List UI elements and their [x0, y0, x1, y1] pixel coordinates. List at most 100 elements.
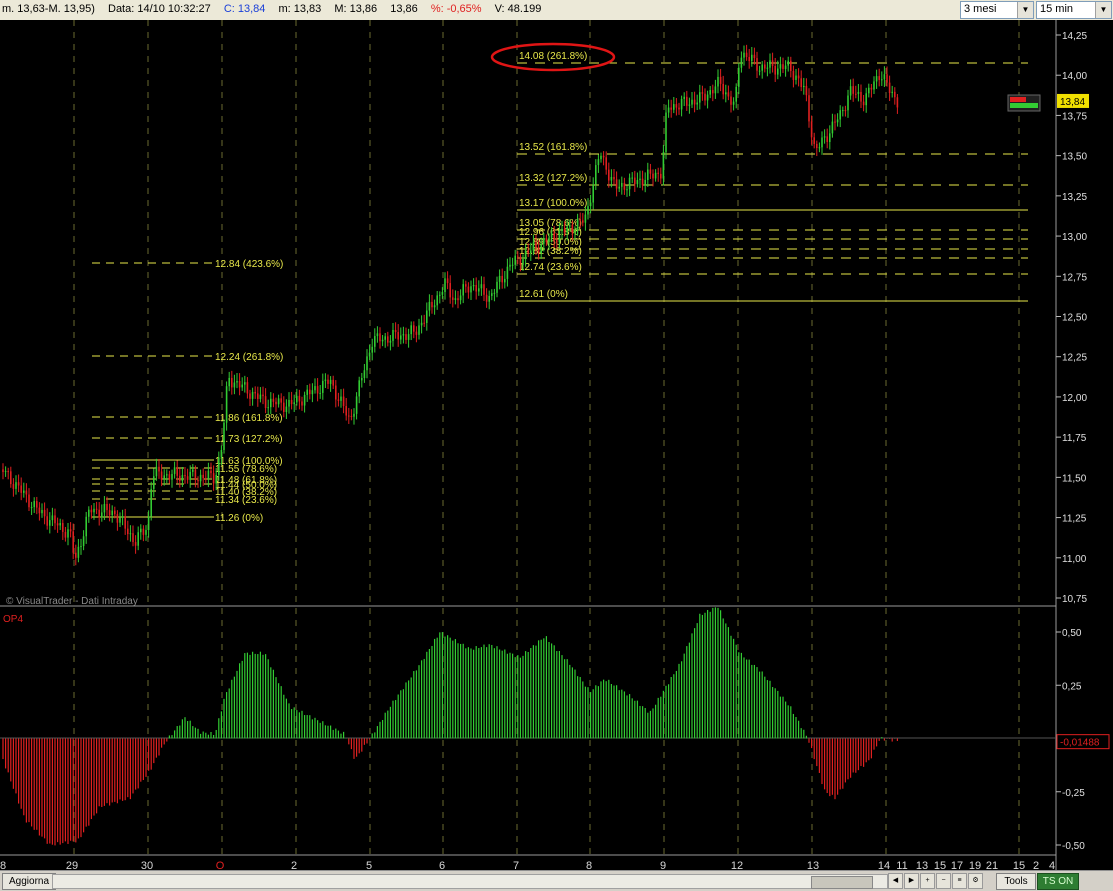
scroll-thumb[interactable]: [811, 876, 873, 889]
candle-body: [337, 399, 340, 401]
indicator-tick-label: -0,50: [1062, 841, 1085, 852]
candle-body: [537, 247, 540, 254]
candle-body: [758, 70, 761, 72]
candle-body: [332, 379, 334, 386]
candle-body: [506, 266, 509, 279]
interval-value: 15 min: [1040, 3, 1074, 15]
candle-body: [485, 294, 488, 302]
candle-body: [730, 96, 732, 105]
fib-label: 11.86 (161.8%): [215, 413, 283, 424]
candle-body: [426, 310, 428, 323]
candle-body: [701, 92, 704, 94]
candle-body: [860, 91, 862, 102]
quote-info: m. 13,63-M. 13,95) Data: 14/10 10:32:27 …: [2, 3, 551, 15]
candle-body: [223, 422, 225, 450]
candle-body: [626, 189, 628, 191]
tools-button[interactable]: Tools: [996, 873, 1036, 890]
candle-body: [472, 285, 475, 287]
horizontal-scrollbar[interactable]: [52, 874, 888, 889]
candle-body: [761, 64, 763, 71]
chart-area[interactable]: 12.84 (423.6%) 12.24 (261.8%) 11.86 (161.8…: [0, 20, 1113, 870]
candle-body: [836, 119, 839, 123]
indicator-tick-label: -0,25: [1062, 788, 1085, 799]
candle-body: [439, 294, 441, 296]
price-tick-label: 13,00: [1062, 232, 1087, 243]
candle-body: [444, 278, 446, 293]
candle-body: [842, 110, 844, 112]
candle-body: [543, 238, 545, 244]
settings-icon[interactable]: ⚙: [968, 873, 983, 889]
candle-body: [85, 516, 87, 537]
x-tick-label: 11: [896, 860, 907, 870]
candle-body: [62, 523, 64, 532]
candle-body: [621, 182, 623, 187]
zoom-out-icon[interactable]: −: [936, 873, 951, 889]
candle-body: [88, 509, 90, 517]
candle-body: [124, 516, 126, 529]
candle-body: [10, 471, 12, 485]
candle-body: [571, 225, 574, 234]
candle-body: [501, 275, 503, 283]
candle-body: [111, 510, 113, 516]
candle-body: [342, 396, 345, 407]
candle-body: [366, 356, 368, 371]
update-button[interactable]: Aggiorna: [2, 873, 57, 890]
candle-body: [433, 305, 436, 308]
period-select[interactable]: 3 mesi ▼: [960, 1, 1034, 19]
x-tick-label: 19: [969, 860, 981, 870]
candle-body: [77, 546, 80, 558]
candle-body: [298, 395, 301, 402]
candle-body: [405, 334, 407, 340]
candle-body: [381, 339, 384, 342]
candle-body: [865, 93, 867, 106]
candle-body: [891, 91, 893, 93]
candle-body: [556, 240, 558, 243]
candle-body: [179, 475, 181, 482]
candle-body: [784, 65, 787, 70]
fit-icon[interactable]: ≡: [952, 873, 967, 889]
price-tick-label: 13,50: [1062, 152, 1087, 163]
quote-close: C: 13,84: [223, 3, 266, 15]
candle-body: [345, 406, 347, 416]
candle-body: [355, 396, 358, 414]
candle-body: [192, 469, 194, 472]
candle-body: [394, 329, 397, 333]
candle-body: [597, 159, 600, 166]
candle-body: [514, 255, 516, 265]
candle-body: [498, 275, 501, 282]
interval-select[interactable]: 15 min ▼: [1036, 1, 1112, 19]
ts-on-button[interactable]: TS ON: [1037, 873, 1079, 890]
candle-body: [766, 67, 769, 69]
candle-body: [475, 285, 477, 292]
chevron-down-icon[interactable]: ▼: [1017, 2, 1033, 18]
candle-body: [181, 475, 184, 482]
candle-body: [316, 386, 319, 394]
price-tick-label: 10,75: [1062, 594, 1087, 605]
candle-body: [517, 255, 519, 257]
candle-body: [855, 93, 857, 95]
candle-body: [207, 470, 210, 480]
candle-body: [584, 214, 587, 223]
candle-body: [145, 530, 147, 535]
candle-body: [95, 508, 98, 510]
candle-body: [595, 165, 597, 185]
candle-body: [244, 382, 246, 385]
chevron-down-icon[interactable]: ▼: [1095, 2, 1111, 18]
candle-body: [797, 75, 800, 79]
candle-body: [446, 278, 449, 284]
x-tick-label: 29: [66, 860, 78, 870]
candle-body: [119, 517, 121, 523]
x-tick-label: 15: [1013, 860, 1025, 870]
candle-body: [462, 284, 464, 296]
candle-body: [127, 528, 129, 535]
arrow-left-icon[interactable]: ◀: [888, 873, 903, 889]
arrow-right-icon[interactable]: ▶: [904, 873, 919, 889]
price-tag-label: 13,84: [1060, 97, 1085, 108]
candle-body: [493, 292, 496, 294]
candle-body: [163, 475, 165, 480]
candle-body: [392, 329, 394, 341]
candle-body: [384, 336, 386, 340]
candle-body: [431, 301, 433, 308]
zoom-in-icon[interactable]: +: [920, 873, 935, 889]
candle-body: [548, 237, 550, 242]
